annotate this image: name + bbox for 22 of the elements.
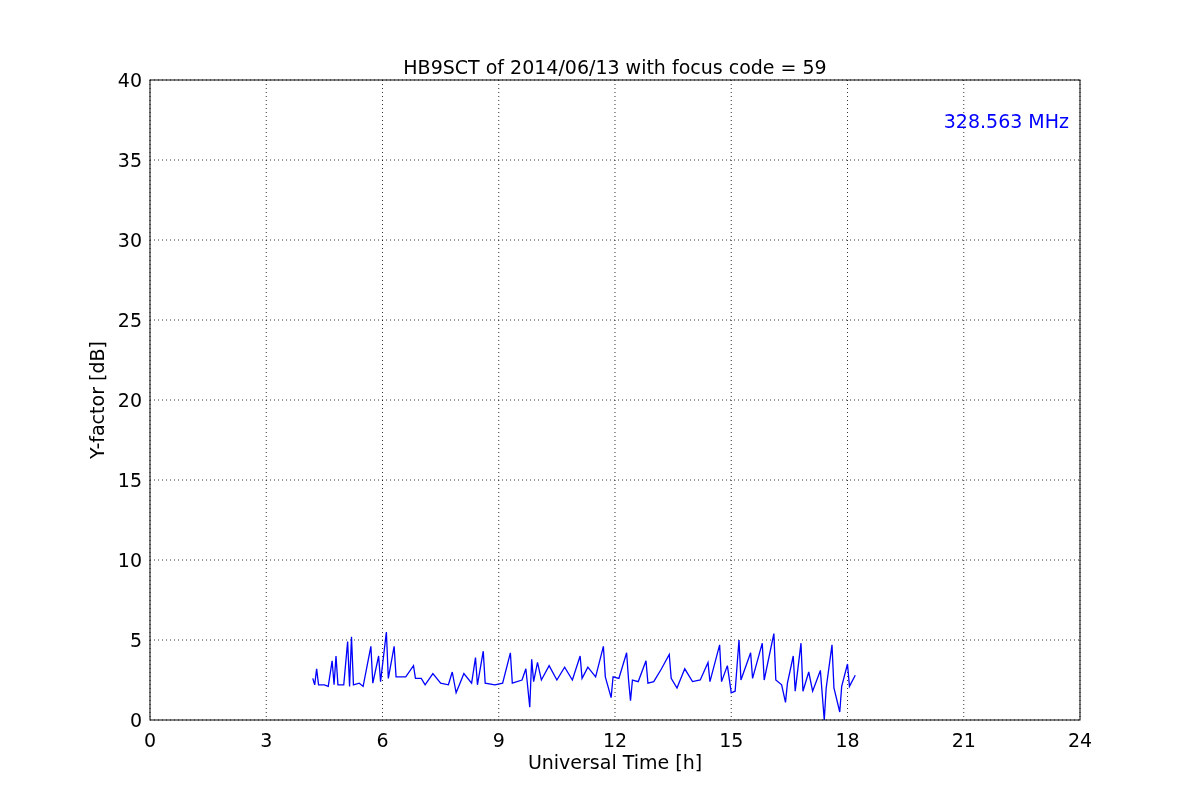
x-tick-label: 9	[492, 729, 505, 751]
frequency-annotation: 328.563 MHz	[943, 110, 1069, 132]
x-tick-label: 18	[835, 729, 860, 751]
y-axis-label: Y-factor [dB]	[86, 341, 108, 459]
y-tick-label: 10	[117, 549, 142, 571]
x-tick-label: 12	[602, 729, 628, 751]
x-tick-label: 21	[951, 729, 976, 751]
x-tick-label: 15	[719, 729, 744, 751]
y-tick-label: 20	[117, 389, 142, 411]
y-tick-label: 35	[117, 149, 142, 171]
y-tick-label: 5	[129, 629, 142, 651]
x-tick-label: 0	[143, 729, 157, 751]
y-tick-label: 25	[117, 309, 142, 331]
x-axis-label: Universal Time [h]	[527, 751, 703, 773]
y-tick-label: 30	[117, 229, 142, 251]
y-tick-label: 40	[117, 69, 142, 91]
y-tick-label: 15	[117, 469, 142, 491]
y-tick-label: 0	[129, 709, 142, 731]
chart-title: HB9SCT of 2014/06/13 with focus code = 59	[403, 56, 827, 78]
x-tick-label: 24	[1067, 729, 1093, 751]
x-tick-label: 6	[376, 729, 389, 751]
x-tick-label: 3	[260, 729, 273, 751]
